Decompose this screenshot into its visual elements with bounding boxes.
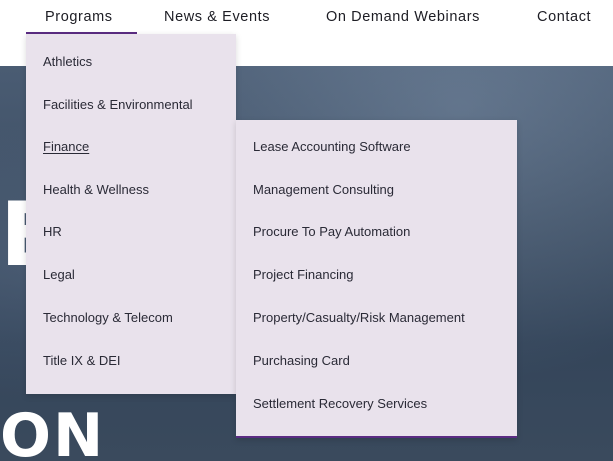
menu-item-facilities-environmental[interactable]: Facilities & Environmental [43,97,193,113]
submenu-item-project-financing[interactable]: Project Financing [253,267,353,283]
menu-item-finance[interactable]: Finance [43,139,89,155]
menu-item-title-ix-dei[interactable]: Title IX & DEI [43,353,121,369]
hero-heading-fragment: E [0,176,28,294]
submenu-item-purchasing-card[interactable]: Purchasing Card [253,353,350,369]
menu-item-legal[interactable]: Legal [43,267,75,283]
submenu-item-settlement-recovery-services[interactable]: Settlement Recovery Services [253,396,427,412]
nav-programs[interactable]: Programs [45,8,113,26]
menu-item-hr[interactable]: HR [43,224,62,240]
programs-dropdown: Athletics Facilities & Environmental Fin… [26,34,236,394]
submenu-item-procure-to-pay-automation[interactable]: Procure To Pay Automation [253,224,410,240]
submenu-item-property-casualty-risk-management[interactable]: Property/Casualty/Risk Management [253,310,465,326]
nav-news-events[interactable]: News & Events [164,8,270,26]
nav-on-demand-webinars[interactable]: On Demand Webinars [326,8,480,26]
hero-heading: ON [0,401,106,461]
nav-contact[interactable]: Contact [537,8,591,26]
submenu-item-management-consulting[interactable]: Management Consulting [253,182,394,198]
menu-item-athletics[interactable]: Athletics [43,54,92,70]
menu-item-health-wellness[interactable]: Health & Wellness [43,182,149,198]
submenu-item-lease-accounting-software[interactable]: Lease Accounting Software [253,139,411,155]
finance-submenu: Lease Accounting Software Management Con… [236,120,517,438]
top-navigation: Programs News & Events On Demand Webinar… [0,0,613,34]
menu-item-technology-telecom[interactable]: Technology & Telecom [43,310,173,326]
